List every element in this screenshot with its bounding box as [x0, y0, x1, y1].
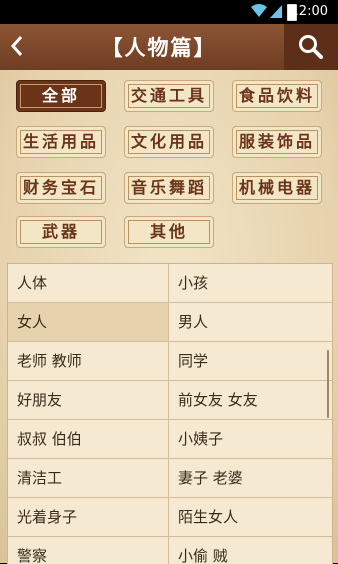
category-appliances[interactable]: 机械电器: [232, 172, 322, 204]
chevron-left-icon: [10, 36, 23, 56]
category-music-dance[interactable]: 音乐舞蹈: [124, 172, 214, 204]
signal-icon: [270, 5, 282, 18]
status-time: 12:00: [290, 4, 328, 19]
category-clothing[interactable]: 服装饰品: [232, 126, 322, 158]
category-weapons[interactable]: 武器: [16, 216, 106, 248]
list-item[interactable]: 陌生女人: [169, 498, 332, 536]
list-item-selected[interactable]: 女人: [8, 303, 169, 341]
page-title: 【人物篇】: [101, 36, 217, 60]
category-treasure[interactable]: 财务宝石: [16, 172, 106, 204]
category-stationery[interactable]: 文化用品: [124, 126, 214, 158]
list-item[interactable]: 清洁工: [8, 459, 169, 497]
list-scrollbar[interactable]: [327, 350, 329, 418]
list-item[interactable]: 叔叔 伯伯: [8, 420, 169, 458]
list-item[interactable]: 人体: [8, 264, 169, 302]
list-item[interactable]: 男人: [169, 303, 332, 341]
status-bar: 12:00: [0, 0, 338, 24]
list-item[interactable]: 小孩: [169, 264, 332, 302]
category-transport[interactable]: 交通工具: [124, 80, 214, 112]
list-row: 好朋友 前女友 女友: [8, 381, 332, 420]
category-other[interactable]: 其他: [124, 216, 214, 248]
list-item[interactable]: 好朋友: [8, 381, 169, 419]
list-item[interactable]: 小偷 贼: [169, 537, 332, 564]
list-item[interactable]: 光着身子: [8, 498, 169, 536]
word-list: 人体 小孩 女人 男人 老师 教师 同学 好朋友 前女友 女友 叔叔 伯伯 小姨…: [7, 263, 333, 564]
list-row: 警察 小偷 贼: [8, 537, 332, 564]
list-item[interactable]: 同学: [169, 342, 332, 380]
search-button[interactable]: [284, 24, 338, 70]
category-daily-goods[interactable]: 生活用品: [16, 126, 106, 158]
list-row: 光着身子 陌生女人: [8, 498, 332, 537]
list-row: 女人 男人: [8, 303, 332, 342]
category-food-drink[interactable]: 食品饮料: [232, 80, 322, 112]
category-all[interactable]: 全部: [16, 80, 106, 112]
search-icon: [299, 35, 323, 59]
app-header: 【人物篇】: [0, 24, 338, 72]
list-row: 老师 教师 同学: [8, 342, 332, 381]
list-row: 人体 小孩: [8, 264, 332, 303]
back-button[interactable]: [6, 33, 28, 59]
list-row: 清洁工 妻子 老婆: [8, 459, 332, 498]
list-item[interactable]: 小姨子: [169, 420, 332, 458]
list-item[interactable]: 警察: [8, 537, 169, 564]
list-item[interactable]: 妻子 老婆: [169, 459, 332, 497]
list-row: 叔叔 伯伯 小姨子: [8, 420, 332, 459]
wifi-icon: [251, 4, 267, 17]
list-item[interactable]: 老师 教师: [8, 342, 169, 380]
list-item[interactable]: 前女友 女友: [169, 381, 332, 419]
